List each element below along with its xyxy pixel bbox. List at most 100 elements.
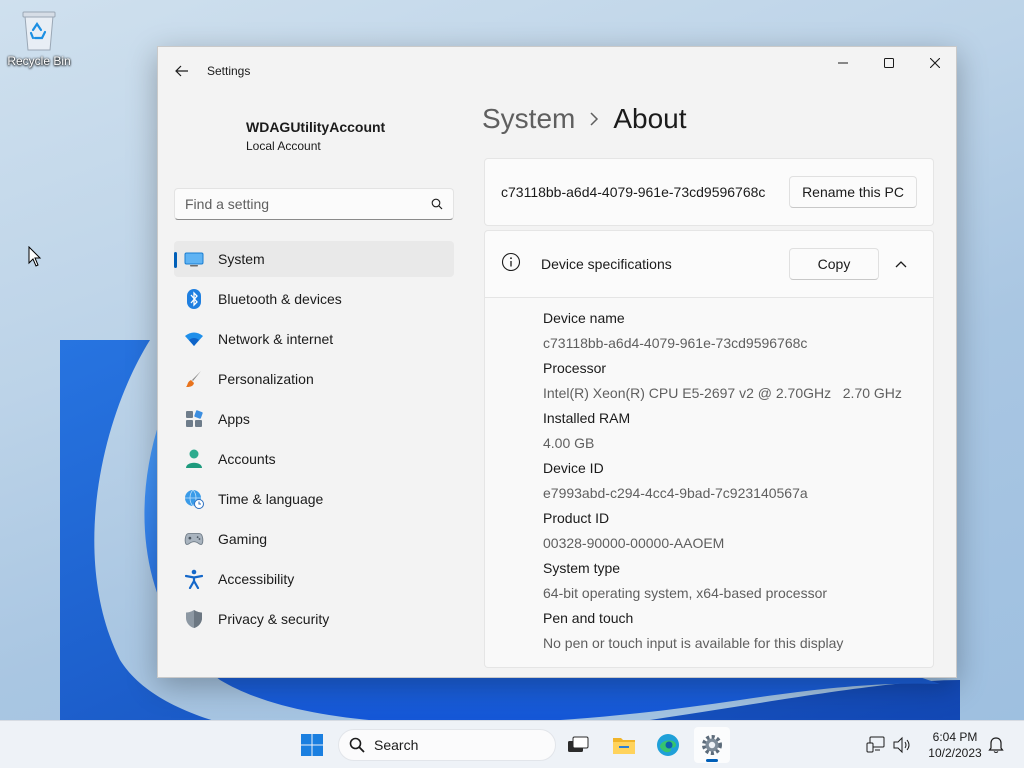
nav-item-personalization[interactable]: Personalization bbox=[174, 361, 454, 397]
nav-item-system[interactable]: System bbox=[174, 241, 454, 277]
spec-row-device-id: Device ID e7993abd-c294-4cc4-9bad-7c9231… bbox=[543, 458, 933, 508]
network-status-icon[interactable] bbox=[866, 735, 886, 755]
device-specifications-title: Device specifications bbox=[541, 256, 672, 272]
nav-item-label: System bbox=[218, 251, 265, 267]
pc-name: c73118bb-a6d4-4079-961e-73cd9596768c bbox=[501, 184, 766, 200]
spec-value: c73118bb-a6d4-4079-961e-73cd9596768c bbox=[543, 335, 808, 351]
taskbar: Search 6:04 PM 10/2/2023 bbox=[0, 720, 1024, 768]
search-icon bbox=[431, 198, 443, 210]
settings-taskbar-button[interactable] bbox=[694, 727, 730, 763]
person-icon bbox=[184, 449, 204, 469]
volume-icon[interactable] bbox=[892, 735, 912, 755]
title-bar: Settings bbox=[158, 47, 956, 95]
gamepad-icon bbox=[184, 529, 204, 549]
nav-item-apps[interactable]: Apps bbox=[174, 401, 454, 437]
nav-item-label: Personalization bbox=[218, 371, 314, 387]
breadcrumb-parent[interactable]: System bbox=[482, 103, 575, 135]
spec-row-installed-ram: Installed RAM 4.00 GB bbox=[543, 408, 933, 458]
nav-item-label: Bluetooth & devices bbox=[218, 291, 342, 307]
taskbar-search[interactable]: Search bbox=[338, 729, 556, 761]
chevron-right-icon bbox=[589, 112, 599, 126]
nav-item-label: Apps bbox=[218, 411, 250, 427]
settings-search-input[interactable] bbox=[185, 196, 431, 212]
nav-item-gaming[interactable]: Gaming bbox=[174, 521, 454, 557]
spec-row-pen-touch: Pen and touch No pen or touch input is a… bbox=[543, 608, 933, 658]
recycle-bin-shortcut[interactable]: Recycle Bin bbox=[6, 8, 72, 68]
pc-name-card: c73118bb-a6d4-4079-961e-73cd9596768c Ren… bbox=[484, 158, 934, 226]
back-button[interactable] bbox=[170, 59, 194, 83]
bluetooth-icon bbox=[184, 289, 204, 309]
task-view-icon bbox=[568, 736, 589, 752]
shield-icon bbox=[184, 609, 204, 629]
back-arrow-icon bbox=[175, 65, 188, 77]
edge-icon bbox=[657, 734, 679, 756]
nav-item-bluetooth[interactable]: Bluetooth & devices bbox=[174, 281, 454, 317]
nav-item-label: Privacy & security bbox=[218, 611, 330, 627]
system-icon bbox=[184, 249, 204, 269]
spec-key: Pen and touch bbox=[543, 610, 634, 626]
nav-item-label: Accounts bbox=[218, 451, 276, 467]
minimize-button[interactable] bbox=[820, 47, 866, 79]
recycle-bin-label: Recycle Bin bbox=[7, 54, 71, 68]
nav-item-privacy-security[interactable]: Privacy & security bbox=[174, 601, 454, 637]
gear-icon bbox=[702, 735, 722, 755]
settings-window: Settings WDAGUtilityAccount Local Accoun… bbox=[157, 46, 957, 678]
windows-logo-icon bbox=[301, 734, 323, 756]
close-button[interactable] bbox=[912, 47, 956, 79]
notifications-button[interactable] bbox=[986, 735, 1006, 755]
edge-browser-button[interactable] bbox=[650, 727, 686, 763]
maximize-icon bbox=[884, 58, 894, 68]
info-icon bbox=[501, 252, 521, 277]
clock-date: 10/2/2023 bbox=[928, 746, 982, 760]
user-profile[interactable]: WDAGUtilityAccount Local Account bbox=[246, 119, 385, 153]
spec-row-device-name: Device name c73118bb-a6d4-4079-961e-73cd… bbox=[543, 308, 933, 358]
account-type: Local Account bbox=[246, 139, 321, 153]
maximize-button[interactable] bbox=[866, 47, 912, 79]
device-specifications-body: Device name c73118bb-a6d4-4079-961e-73cd… bbox=[484, 298, 934, 668]
spec-row-system-type: System type 64-bit operating system, x64… bbox=[543, 558, 933, 608]
spec-key: System type bbox=[543, 560, 621, 576]
spec-row-product-id: Product ID 00328-90000-00000-AAOEM bbox=[543, 508, 933, 558]
device-specifications-header[interactable]: Device specifications Copy bbox=[484, 230, 934, 298]
close-icon bbox=[930, 58, 940, 68]
nav-item-accessibility[interactable]: Accessibility bbox=[174, 561, 454, 597]
taskbar-search-label: Search bbox=[374, 737, 419, 753]
bell-icon bbox=[988, 737, 1004, 753]
taskbar-clock[interactable]: 6:04 PM 10/2/2023 bbox=[918, 729, 992, 761]
recycle-bin-icon bbox=[19, 8, 59, 52]
start-button[interactable] bbox=[294, 727, 330, 763]
wifi-icon bbox=[184, 329, 204, 349]
spec-key: Processor bbox=[543, 360, 607, 376]
spec-value: 00328-90000-00000-AAOEM bbox=[543, 535, 725, 551]
spec-value: No pen or touch input is available for t… bbox=[543, 635, 844, 651]
copy-button[interactable]: Copy bbox=[789, 248, 879, 280]
user-name: WDAGUtilityAccount bbox=[246, 119, 386, 135]
nav-item-label: Time & language bbox=[218, 491, 324, 507]
nav-item-time-language[interactable]: Time & language bbox=[174, 481, 454, 517]
spec-key: Product ID bbox=[543, 510, 610, 526]
chevron-up-icon[interactable] bbox=[885, 248, 917, 280]
spec-key: Device ID bbox=[543, 460, 604, 476]
nav-item-label: Gaming bbox=[218, 531, 268, 547]
file-explorer-button[interactable] bbox=[606, 727, 642, 763]
clock-time: 6:04 PM bbox=[932, 730, 978, 744]
task-view-button[interactable] bbox=[560, 727, 596, 763]
settings-search-box[interactable] bbox=[174, 188, 454, 220]
page-title: System About bbox=[482, 103, 687, 135]
globe-clock-icon bbox=[184, 489, 204, 509]
rename-pc-button[interactable]: Rename this PC bbox=[789, 176, 917, 208]
nav-item-network[interactable]: Network & internet bbox=[174, 321, 454, 357]
nav-pane: System Bluetooth & devices Network & int… bbox=[174, 241, 454, 641]
spec-key: Device name bbox=[543, 310, 625, 326]
spec-key: Installed RAM bbox=[543, 410, 631, 426]
nav-item-label: Network & internet bbox=[218, 331, 334, 347]
nav-item-label: Accessibility bbox=[218, 571, 295, 587]
active-app-indicator bbox=[706, 759, 718, 762]
spec-value: Intel(R) Xeon(R) CPU E5-2697 v2 @ 2.70GH… bbox=[543, 385, 902, 401]
accessibility-icon bbox=[184, 569, 204, 589]
minimize-icon bbox=[838, 62, 848, 64]
nav-item-accounts[interactable]: Accounts bbox=[174, 441, 454, 477]
folder-icon bbox=[613, 738, 635, 754]
search-icon bbox=[349, 737, 365, 753]
spec-value: 64-bit operating system, x64-based proce… bbox=[543, 585, 828, 601]
